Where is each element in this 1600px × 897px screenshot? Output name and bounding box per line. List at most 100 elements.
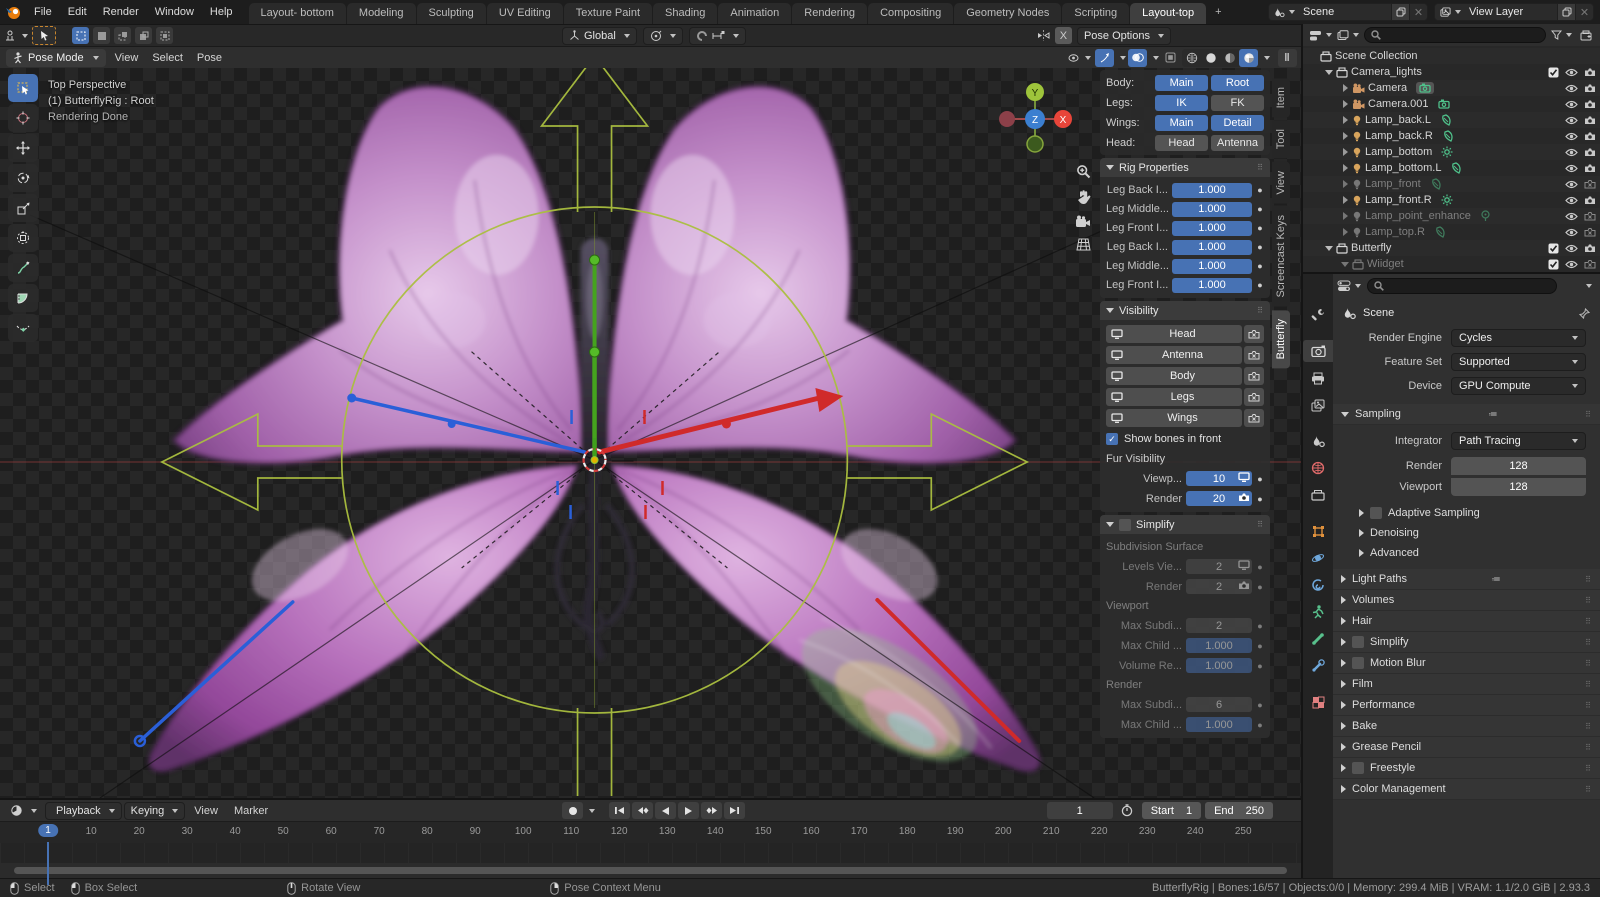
camera-toggle[interactable] xyxy=(1584,99,1596,109)
eye-toggle[interactable] xyxy=(1565,68,1578,77)
select-mode-invert[interactable] xyxy=(135,27,152,44)
perspective-toggle-icon[interactable] xyxy=(1075,238,1091,251)
play-reverse-button[interactable] xyxy=(655,802,676,820)
select-mode-intersect[interactable] xyxy=(156,27,173,44)
animate-dot[interactable]: ● xyxy=(1256,261,1264,271)
workspace-tab-geometry-nodes[interactable]: Geometry Nodes xyxy=(954,3,1062,24)
pan-tool-icon[interactable] xyxy=(1076,189,1091,205)
disclosure-closed-icon[interactable] xyxy=(1341,228,1349,236)
section-checkbox[interactable] xyxy=(1352,657,1364,669)
camera-off-toggle[interactable] xyxy=(1584,211,1596,221)
section-checkbox[interactable] xyxy=(1352,762,1364,774)
select-mode-new[interactable] xyxy=(72,27,89,44)
frame-end-field[interactable]: End 250 xyxy=(1205,802,1273,820)
simplify-field[interactable]: 6 xyxy=(1186,697,1252,712)
transform-orientation-dropdown[interactable]: Global xyxy=(562,26,637,45)
animate-dot[interactable]: ● xyxy=(1256,700,1264,710)
outliner-row[interactable]: Lamp_top.R xyxy=(1303,224,1600,240)
eye-toggle[interactable] xyxy=(1565,180,1578,189)
workspace-tab-animation[interactable]: Animation xyxy=(718,3,792,24)
cursor-tool[interactable] xyxy=(8,104,38,132)
disclosure-closed-icon[interactable] xyxy=(1341,212,1349,220)
property-dropdown-feature-set[interactable]: Supported xyxy=(1451,353,1586,371)
menu-edit[interactable]: Edit xyxy=(60,0,95,24)
visibility-render-toggle[interactable] xyxy=(1244,367,1264,385)
select-mode-extend[interactable] xyxy=(93,27,110,44)
animate-dot[interactable]: ● xyxy=(1256,720,1264,730)
visibility-header[interactable]: Visibility ⠿ xyxy=(1100,301,1270,320)
timeline-ruler[interactable]: 1 10 20 30 40 50 60 70 80 90 100 110 120 130 140 150 160… xyxy=(0,821,1301,843)
object-visibility-dropdown[interactable] xyxy=(1066,49,1093,67)
properties-section-performance[interactable]: Performance ⠿ xyxy=(1333,695,1600,716)
properties-section-freestyle[interactable]: Freestyle ⠿ xyxy=(1333,758,1600,779)
visibility-render-toggle[interactable] xyxy=(1244,346,1264,364)
play-button[interactable] xyxy=(678,802,699,820)
breadcrumb[interactable]: Scene xyxy=(1363,307,1394,319)
animate-dot[interactable]: ● xyxy=(1256,242,1264,252)
workspace-tab-layout-bottom[interactable]: Layout- bottom xyxy=(248,3,346,24)
new-collection-button[interactable] xyxy=(1577,27,1594,44)
disclosure-open-icon[interactable] xyxy=(1325,244,1333,252)
camera-toggle[interactable] xyxy=(1584,163,1596,173)
zoom-tool-icon[interactable] xyxy=(1076,164,1091,179)
fur-field-render[interactable]: 20 xyxy=(1186,491,1252,506)
tool-dropdown[interactable] xyxy=(4,27,28,44)
pose-breakdowner-tool[interactable] xyxy=(8,314,38,342)
gizmos-toggle[interactable] xyxy=(1095,48,1114,67)
eye-toggle[interactable] xyxy=(1565,100,1578,109)
sidebar-tab-screencast-keys[interactable]: Screencast Keys xyxy=(1272,206,1290,307)
pose-options-dropdown[interactable]: Pose Options xyxy=(1076,26,1171,45)
eye-toggle[interactable] xyxy=(1565,116,1578,125)
viewport-menu-select[interactable]: Select xyxy=(145,52,190,64)
overlays-dropdown[interactable] xyxy=(1153,55,1159,60)
playback-menu[interactable]: Playback xyxy=(45,801,122,820)
playhead[interactable] xyxy=(47,841,49,885)
camera-view-icon[interactable] xyxy=(1075,215,1091,228)
outliner-row[interactable]: Lamp_front.R xyxy=(1303,192,1600,208)
visibility-render-toggle[interactable] xyxy=(1244,388,1264,406)
jump-start-button[interactable] xyxy=(609,802,630,820)
auto-keying-dropdown[interactable] xyxy=(589,808,595,813)
disclosure-closed-icon[interactable] xyxy=(1341,148,1349,156)
menu-file[interactable]: File xyxy=(26,0,60,24)
camera-toggle[interactable] xyxy=(1584,115,1596,125)
properties-options-dropdown[interactable] xyxy=(1586,284,1592,288)
disclosure-open-icon[interactable] xyxy=(1325,68,1333,76)
rig-layer-button-detail[interactable]: Detail xyxy=(1211,114,1264,131)
disclosure-closed-icon[interactable] xyxy=(1341,132,1349,140)
animate-dot[interactable]: ● xyxy=(1256,661,1264,671)
snap-proportional-dropdown[interactable] xyxy=(688,26,746,45)
rotate-tool[interactable] xyxy=(8,164,38,192)
rig-layer-button-fk[interactable]: FK xyxy=(1211,94,1264,111)
viewport-menu-pose[interactable]: Pose xyxy=(190,52,229,64)
rig-layer-button-head[interactable]: Head xyxy=(1155,134,1208,151)
animate-dot[interactable]: ● xyxy=(1256,641,1264,651)
copy-scene-button[interactable] xyxy=(1391,4,1409,20)
rig-layer-button-antenna[interactable]: Antenna xyxy=(1211,134,1264,151)
rig-properties-header[interactable]: Rig Properties ⠿ xyxy=(1100,158,1270,177)
properties-tab-texture[interactable] xyxy=(1303,691,1333,713)
shading-dropdown[interactable] xyxy=(1264,55,1270,60)
properties-section-grease-pencil[interactable]: Grease Pencil ⠿ xyxy=(1333,737,1600,758)
outliner-row[interactable]: Lamp_point_enhance xyxy=(1303,208,1600,224)
menu-help[interactable]: Help xyxy=(202,0,241,24)
simplify-field[interactable]: 1.000 xyxy=(1186,717,1252,732)
jump-end-button[interactable] xyxy=(724,802,745,820)
sampling-subsection[interactable]: Adaptive Sampling xyxy=(1333,503,1600,523)
properties-tab-world[interactable] xyxy=(1303,457,1333,479)
overlays-toggle[interactable] xyxy=(1128,48,1147,67)
eye-toggle[interactable] xyxy=(1565,164,1578,173)
menu-window[interactable]: Window xyxy=(147,0,202,24)
scale-tool[interactable] xyxy=(8,194,38,222)
eye-toggle[interactable] xyxy=(1565,148,1578,157)
camera-toggle[interactable] xyxy=(1584,131,1596,141)
viewport-canvas[interactable]: Top Perspective (1) ButterflyRig : Root … xyxy=(0,68,1301,798)
camera-toggle[interactable] xyxy=(1584,243,1596,253)
pin-icon[interactable] xyxy=(1579,307,1590,319)
eye-toggle[interactable] xyxy=(1565,212,1578,221)
transform-tool[interactable] xyxy=(8,224,38,252)
rig-property-slider[interactable]: 1.000 xyxy=(1172,201,1252,217)
properties-section-hair[interactable]: Hair ⠿ xyxy=(1333,611,1600,632)
properties-tab-tool[interactable] xyxy=(1303,304,1333,326)
workspace-tab-scripting[interactable]: Scripting xyxy=(1062,3,1130,24)
